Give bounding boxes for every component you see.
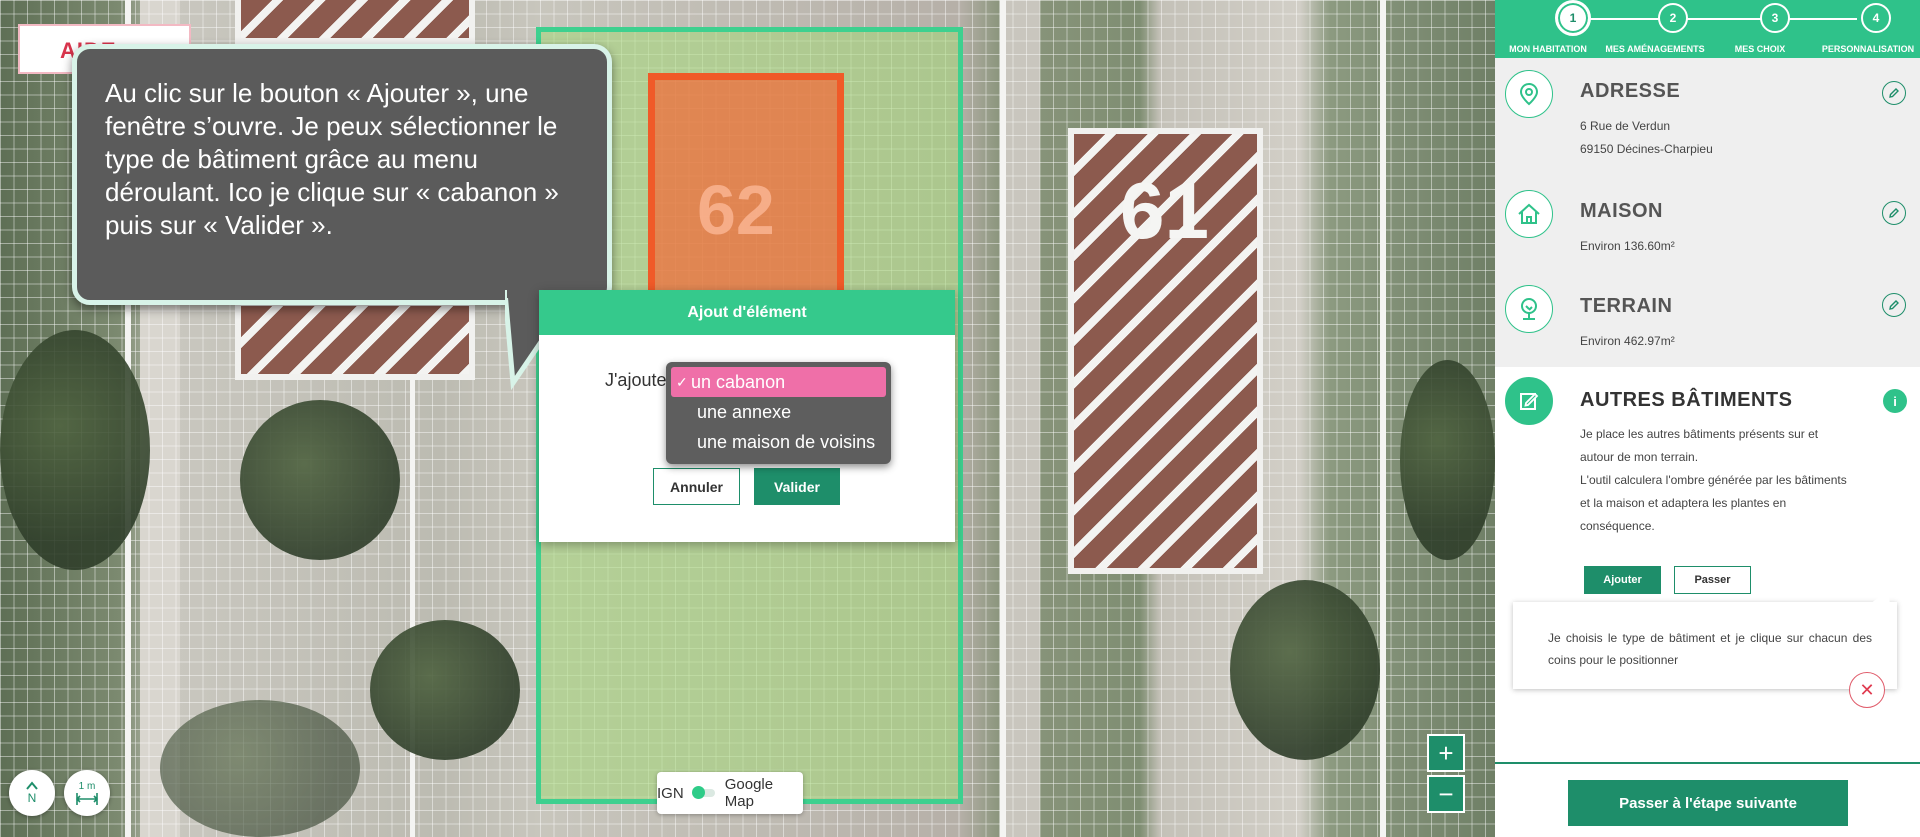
google-map-label: Google Map — [724, 776, 774, 810]
step-3-label: MES CHOIX — [1734, 44, 1786, 54]
other-line4: et la maison et adaptera les plantes en — [1580, 496, 1787, 510]
footer-divider — [1495, 762, 1920, 764]
dropdown-option-annexe[interactable]: une annexe — [671, 397, 886, 427]
step-1-label: MON HABITATION — [1509, 44, 1587, 54]
step-3[interactable]: 3 — [1760, 3, 1790, 33]
step-2[interactable]: 2 — [1658, 3, 1688, 33]
parcel-boundary — [1380, 0, 1386, 837]
parcel-number-right: 61 — [1120, 166, 1209, 255]
edit-house-button[interactable] — [1882, 201, 1906, 225]
step-1[interactable]: 1 — [1555, 0, 1591, 36]
dropdown-option-maison-voisins[interactable]: une maison de voisins — [671, 427, 886, 457]
option-label: un cabanon — [691, 372, 786, 392]
map-canvas[interactable]: 61 62 AIDE Au clic sur le bouton « Ajout… — [0, 0, 1495, 837]
tree — [1400, 360, 1495, 560]
add-building-button[interactable]: Ajouter — [1584, 566, 1661, 594]
pencil-icon — [1889, 300, 1899, 310]
sidebar: 1 2 3 4 MON HABITATION MES AMÉNAGEMENTS … — [1495, 0, 1920, 837]
main-house-building[interactable]: 62 — [648, 73, 844, 299]
tree — [240, 400, 400, 560]
address-section: ADRESSE 6 Rue de Verdun 69150 Décines-Ch… — [1495, 58, 1920, 178]
modal-title: Ajout d'élément — [539, 290, 955, 335]
close-hint-button[interactable]: ✕ — [1849, 672, 1885, 708]
close-icon: ✕ — [1859, 679, 1875, 700]
dropdown-option-cabanon[interactable]: ✓ un cabanon — [671, 367, 886, 397]
compass-arrow-icon — [26, 781, 38, 790]
location-pin-icon — [1505, 70, 1553, 118]
land-section: TERRAIN Environ 462.97m² — [1495, 273, 1920, 367]
layer-switch[interactable] — [691, 786, 715, 799]
step-4-label: PERSONNALISATION — [1821, 44, 1915, 54]
pencil-icon — [1889, 208, 1899, 218]
validate-button[interactable]: Valider — [754, 468, 840, 505]
info-button[interactable]: i — [1883, 389, 1907, 413]
map-layer-toggle[interactable]: IGN Google Map — [657, 772, 803, 814]
zoom-out-button[interactable]: − — [1427, 775, 1465, 813]
scale-icon — [75, 792, 99, 805]
pencil-icon — [1889, 88, 1899, 98]
zoom-in-button[interactable]: + — [1427, 734, 1465, 772]
stepper-line — [1557, 18, 1857, 20]
cancel-button[interactable]: Annuler — [653, 468, 740, 505]
parcel-boundary — [1000, 0, 1006, 837]
other-line5: conséquence. — [1580, 519, 1655, 533]
hint-box: Je choisis le type de bâtiment et je cli… — [1513, 602, 1897, 689]
hint-text: Je choisis le type de bâtiment et je cli… — [1548, 631, 1872, 667]
building-hatched — [235, 0, 475, 44]
tree — [1230, 580, 1380, 760]
address-line2: 69150 Décines-Charpieu — [1580, 142, 1713, 156]
house-icon — [1505, 190, 1553, 238]
address-title: ADRESSE — [1580, 80, 1681, 102]
edit-address-button[interactable] — [1882, 81, 1906, 105]
edit-land-button[interactable] — [1882, 293, 1906, 317]
other-line2: autour de mon terrain. — [1580, 450, 1699, 464]
other-line1: Je place les autres bâtiments présents s… — [1580, 427, 1819, 441]
hint-box-pointer — [1870, 590, 1890, 604]
step-4[interactable]: 4 — [1861, 3, 1891, 33]
house-section: MAISON Environ 136.60m² — [1495, 178, 1920, 273]
parcel-number-left: 62 — [697, 171, 775, 249]
step-2-label: MES AMÉNAGEMENTS — [1605, 44, 1705, 54]
other-buildings-title: AUTRES BÂTIMENTS — [1580, 389, 1793, 411]
building-type-dropdown[interactable]: ✓ un cabanon une annexe une maison de vo… — [666, 362, 891, 464]
scale-label: 1 m — [78, 780, 96, 792]
tutorial-text: Au clic sur le bouton « Ajouter », une f… — [105, 78, 559, 240]
tutorial-bubble: Au clic sur le bouton « Ajouter », une f… — [72, 44, 612, 305]
compass-label: N — [27, 791, 37, 805]
check-icon: ✓ — [676, 374, 688, 390]
tree — [160, 700, 360, 837]
compass-button[interactable]: N — [9, 770, 55, 816]
ign-label: IGN — [657, 784, 684, 802]
next-step-button[interactable]: Passer à l'étape suivante — [1568, 780, 1848, 826]
land-area: Environ 462.97m² — [1580, 334, 1675, 348]
modal-label: J'ajoute — [605, 370, 667, 390]
tree — [370, 620, 520, 760]
address-line1: 6 Rue de Verdun — [1580, 119, 1671, 133]
tree — [0, 330, 150, 570]
land-title: TERRAIN — [1580, 295, 1673, 317]
stepper: 1 2 3 4 MON HABITATION MES AMÉNAGEMENTS … — [1495, 0, 1920, 58]
other-line3: L'outil calculera l'ombre générée par le… — [1580, 473, 1847, 487]
tree-icon — [1505, 285, 1553, 333]
building-hatched — [235, 300, 475, 380]
scale-button[interactable]: 1 m — [64, 770, 110, 816]
skip-button[interactable]: Passer — [1674, 566, 1751, 594]
house-title: MAISON — [1580, 200, 1663, 222]
edit-document-icon — [1505, 377, 1553, 425]
house-area: Environ 136.60m² — [1580, 239, 1675, 253]
